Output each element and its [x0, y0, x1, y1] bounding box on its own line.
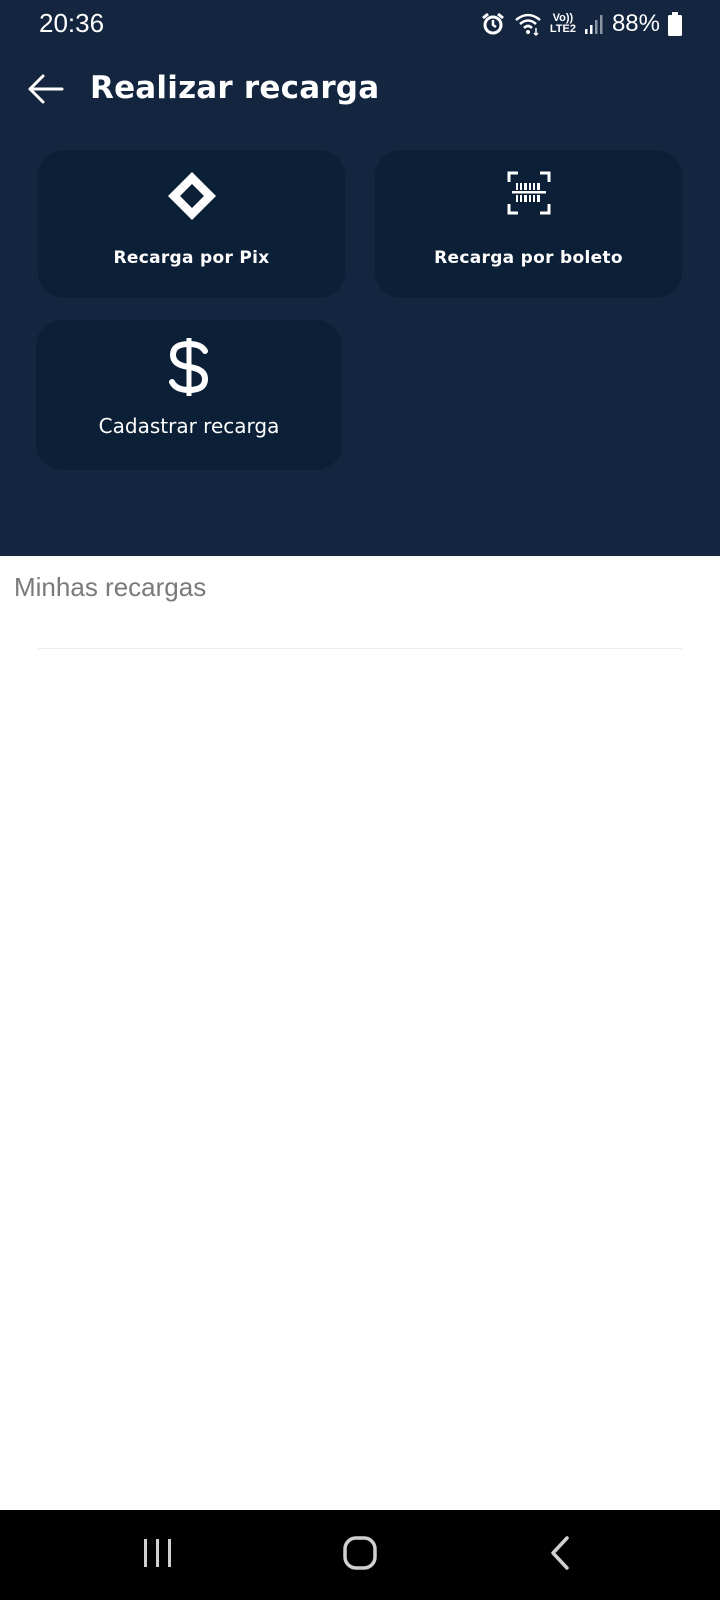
battery-icon — [668, 12, 682, 36]
recents-icon — [141, 1537, 175, 1574]
cadastrar-recarga-label: Cadastrar recarga — [98, 414, 280, 438]
nav-back-button[interactable] — [530, 1530, 590, 1580]
network-label-bottom: LTE2 — [549, 23, 576, 35]
volte-icon: Vo)) LTE2 — [550, 13, 576, 35]
status-icons: Vo)) LTE2 88% — [480, 8, 682, 40]
home-icon — [342, 1535, 378, 1576]
app-bar: Realizar recarga — [0, 60, 720, 120]
divider — [38, 648, 682, 649]
status-bar: 20:36 Vo)) LTE2 88% — [0, 0, 720, 48]
recarga-pix-label: Recarga por Pix — [113, 248, 270, 268]
section-title: Minhas recargas — [14, 572, 207, 602]
recarga-pix-button[interactable]: Recarga por Pix — [38, 150, 345, 298]
arrow-left-icon — [25, 73, 65, 110]
barcode-scan-icon — [375, 170, 682, 216]
back-button[interactable] — [20, 66, 70, 116]
cadastrar-recarga-button[interactable]: Cadastrar recarga — [36, 320, 342, 470]
battery-percent: 88% — [611, 10, 660, 37]
alarm-icon — [480, 11, 506, 37]
home-button[interactable] — [330, 1530, 390, 1580]
signal-icon — [584, 13, 604, 35]
page-title: Realizar recarga — [90, 70, 380, 106]
navigation-bar — [0, 1510, 720, 1600]
recarga-boleto-label: Recarga por boleto — [434, 248, 623, 268]
dollar-icon — [36, 336, 342, 398]
screen: 20:36 Vo)) LTE2 88% Realizar recarga Rec… — [0, 0, 720, 1600]
pix-icon — [38, 170, 345, 222]
wifi-icon — [514, 12, 542, 36]
header-area: 20:36 Vo)) LTE2 88% Realizar recarga Rec… — [0, 0, 720, 556]
recarga-boleto-button[interactable]: Recarga por boleto — [375, 150, 682, 298]
recents-button[interactable] — [128, 1530, 188, 1580]
status-time: 20:36 — [39, 8, 105, 38]
back-icon — [548, 1535, 572, 1576]
